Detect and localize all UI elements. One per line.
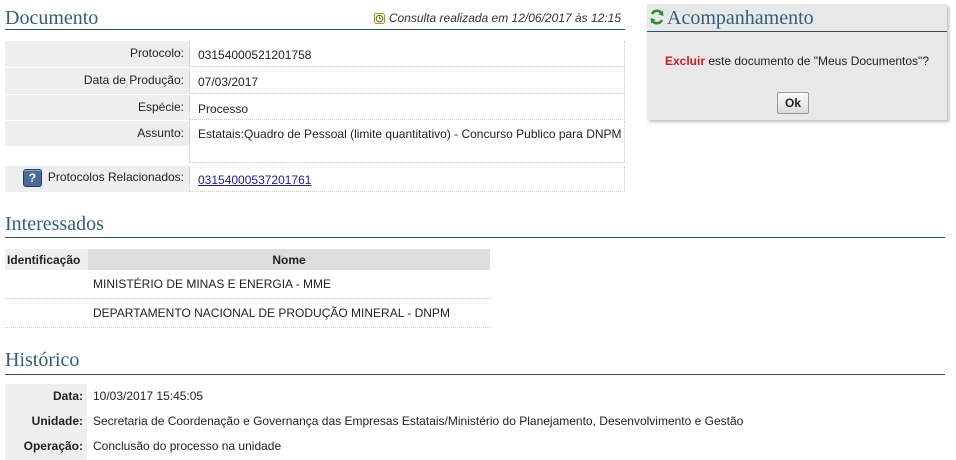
data-producao-label: Data de Produção:	[5, 68, 190, 94]
interessados-table: Identificação Nome MINISTÉRIO DE MINAS E…	[5, 249, 490, 328]
excluir-message: Excluir este documento de "Meus Document…	[647, 54, 947, 69]
assunto-value: Estatais:Quadro de Pessoal (limite quant…	[190, 121, 625, 163]
acompanhamento-header: Acompanhamento	[647, 4, 947, 32]
historico-operacao-value: Conclusão do processo na unidade	[93, 439, 282, 453]
excluir-label: Excluir	[664, 54, 706, 68]
row-relacionados: ? Protocolos Relacionados: 03154000537201…	[5, 166, 625, 192]
especie-value: Processo	[190, 95, 625, 120]
help-icon[interactable]: ?	[22, 169, 42, 187]
nome-cell: DEPARTAMENTO NACIONAL DE PRODUÇÃO MINERA…	[93, 306, 450, 320]
assunto-label-cell: Assunto:	[5, 121, 190, 163]
historico-unidade-label: Unidade:	[5, 409, 87, 435]
row-protocolo: Protocolo: 03154000521201758	[5, 41, 625, 67]
historico-unidade-value: Secretaria de Coordenação e Governança d…	[93, 414, 744, 428]
consulta-text: Consulta realizada em 12/06/2017 às 12:1…	[388, 11, 621, 25]
row-data-producao: Data de Produção: 07/03/2017	[5, 68, 625, 94]
protocolo-value: 03154000521201758	[190, 41, 625, 67]
documento-header: Documento Consulta realizada em 12/06/20…	[5, 4, 625, 30]
row-especie: Espécie: Processo	[5, 95, 625, 120]
clock-icon	[373, 12, 385, 24]
col-identificacao: Identificação	[5, 249, 88, 270]
documento-title: Documento	[5, 7, 99, 29]
historico-data-label: Data:	[5, 384, 87, 410]
identificacao-cell	[5, 270, 88, 298]
interessados-title: Interessados	[5, 213, 104, 235]
consulta-info: Consulta realizada em 12/06/2017 às 12:1…	[373, 11, 621, 25]
interessados-header: Interessados	[5, 212, 945, 238]
relacionados-label: Protocolos Relacionados:	[47, 170, 184, 185]
refresh-icon[interactable]	[649, 8, 665, 26]
historico-title: Histórico	[5, 349, 80, 371]
table-row: DEPARTAMENTO NACIONAL DE PRODUÇÃO MINERA…	[5, 299, 490, 328]
relacionados-value-cell: 03154000537201761	[190, 166, 625, 192]
especie-label: Espécie:	[5, 95, 190, 120]
acompanhamento-panel: Acompanhamento Excluir este documento de…	[647, 4, 947, 120]
assunto-label: Assunto:	[5, 121, 189, 146]
row-assunto: Assunto: Estatais:Quadro de Pessoal (lim…	[5, 121, 625, 163]
ok-button[interactable]: Ok	[777, 92, 809, 114]
historico-row-unidade: Unidade: Secretaria de Coordenação e Gov…	[5, 409, 945, 435]
data-producao-value: 07/03/2017	[190, 68, 625, 94]
col-nome: Nome	[88, 249, 490, 270]
historico-row-data: Data: 10/03/2017 15:45:05	[5, 384, 945, 410]
historico-operacao-label: Operação:	[5, 434, 87, 460]
interessados-table-header: Identificação Nome	[5, 249, 490, 270]
table-row: MINISTÉRIO DE MINAS E ENERGIA - MME	[5, 270, 490, 299]
excluir-message-text: este documento de "Meus Documentos"?	[705, 54, 929, 68]
historico-header: Histórico	[5, 347, 945, 375]
protocolo-relacionado-link[interactable]: 03154000537201761	[198, 173, 311, 187]
historico-data-value: 10/03/2017 15:45:05	[93, 389, 204, 403]
protocolo-label: Protocolo:	[5, 41, 190, 67]
historico-row-operacao: Operação: Conclusão do processo na unida…	[5, 434, 945, 460]
relacionados-label-cell: ? Protocolos Relacionados:	[5, 166, 190, 192]
identificacao-cell	[5, 299, 88, 327]
nome-cell: MINISTÉRIO DE MINAS E ENERGIA - MME	[93, 277, 332, 291]
acompanhamento-title: Acompanhamento	[667, 7, 814, 29]
